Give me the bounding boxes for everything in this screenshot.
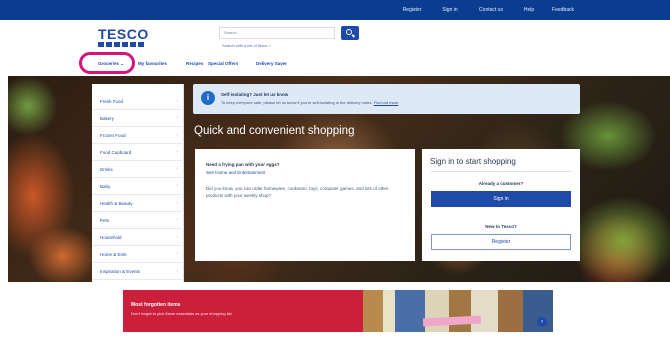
chevron-right-icon: › — [176, 149, 178, 155]
side-item-label: Bakery — [100, 116, 115, 121]
sign-in-card-title: Sign in to start shopping — [430, 157, 516, 166]
util-link-help[interactable]: Help — [518, 5, 540, 16]
sign-in-button[interactable]: Sign in — [431, 191, 571, 207]
side-item-label: Baby — [100, 184, 111, 189]
chevron-right-icon: › — [176, 115, 178, 121]
notice-text: To keep everyone safe, please let us kno… — [221, 100, 398, 105]
side-item-pets[interactable]: Pets › — [92, 212, 184, 229]
info-card-title: Need a frying pan with your eggs? — [206, 162, 280, 167]
side-item-label: Drinks — [100, 167, 113, 172]
chevron-right-icon: › — [176, 200, 178, 206]
home-entertainment-link[interactable]: See Home and Entertainment — [206, 170, 265, 175]
promo-subtitle: Don't forget to pick these essentials as… — [131, 311, 232, 316]
side-item-label: Home & Ents — [100, 252, 127, 257]
notice-body: To keep everyone safe, please let us kno… — [221, 100, 373, 105]
side-item-label: Household — [100, 235, 122, 240]
chevron-right-icon: › — [176, 268, 178, 274]
notice-title: Self-isolating? Just let us know — [221, 92, 289, 97]
chevron-right-icon: › — [176, 98, 178, 104]
search-icon — [346, 29, 352, 35]
nav-recipes[interactable]: Recipes — [186, 58, 203, 70]
new-to-tesco-label: New to Tesco? — [485, 224, 517, 229]
chevron-right-icon: › — [176, 234, 178, 240]
hero-headline: Quick and convenient shopping — [194, 125, 355, 137]
side-item-label: Inspiration & Events — [100, 269, 141, 274]
util-link-register[interactable]: Register — [397, 5, 427, 16]
chevron-right-icon: › — [176, 183, 178, 189]
chevron-right-icon: › — [176, 217, 178, 223]
promo-info-card: Need a frying pan with your eggs? See Ho… — [195, 149, 415, 261]
register-button[interactable]: Register — [431, 234, 571, 250]
hero-leaf-decoration — [568, 196, 670, 282]
divider — [430, 171, 572, 172]
nav-my-favourites[interactable]: My favourites — [138, 58, 167, 70]
side-item-label: Health & Beauty — [100, 201, 133, 206]
category-side-nav: Fresh Food › Bakery › Frozen Food › Food Cu… — [92, 84, 184, 282]
chevron-right-icon: › — [176, 251, 178, 257]
promo-title: Most forgotten items — [131, 302, 181, 308]
info-icon: i — [201, 91, 215, 105]
utility-bar: Register Sign in Contact us Help Feedbac… — [0, 0, 670, 20]
page: Register Sign in Contact us Help Feedbac… — [0, 0, 670, 343]
nav-special-offers[interactable]: Special Offers — [208, 58, 238, 70]
side-item-health-beauty[interactable]: Health & Beauty › — [92, 195, 184, 212]
side-item-drinks[interactable]: Drinks › — [92, 161, 184, 178]
side-item-baby[interactable]: Baby › — [92, 178, 184, 195]
side-item-label: Frozen Food — [100, 133, 126, 138]
already-customer-label: Already a customer? — [478, 181, 524, 186]
side-item-inspiration-events[interactable]: Inspiration & Events › — [92, 263, 184, 280]
util-link-feedback[interactable]: Feedback — [546, 5, 580, 16]
nav-delivery-saver[interactable]: Delivery Saver — [256, 58, 287, 70]
search-list-link[interactable]: Search with a list of items > — [222, 43, 271, 48]
info-card-body: Did you know, you can order homeware, co… — [206, 186, 389, 198]
side-item-fresh-food[interactable]: Fresh Food › — [92, 93, 184, 110]
side-item-label: Pets — [100, 218, 110, 223]
search-button[interactable] — [341, 26, 359, 40]
hero-herb-decoration — [8, 76, 58, 136]
arrow-right-icon[interactable]: › — [537, 317, 547, 327]
sign-in-card: Sign in to start shopping Already a cust… — [422, 149, 580, 261]
hero-carrot-decoration — [28, 226, 98, 282]
chevron-right-icon: › — [176, 166, 178, 172]
forgotten-items-banner[interactable]: Most forgotten items Don't forget to pic… — [123, 290, 553, 332]
logo-stripes — [98, 42, 146, 47]
side-item-label: Fresh Food — [100, 99, 124, 104]
side-item-bakery[interactable]: Bakery › — [92, 110, 184, 127]
tesco-logo[interactable]: TESCO — [98, 26, 149, 42]
util-link-sign-in[interactable]: Sign in — [436, 5, 464, 16]
self-isolating-notice: i Self-isolating? Just let us know To ke… — [193, 84, 580, 114]
util-link-contact-us[interactable]: Contact us — [472, 5, 510, 16]
side-item-frozen-food[interactable]: Frozen Food › — [92, 127, 184, 144]
highlight-ring — [79, 52, 135, 74]
chevron-right-icon: › — [176, 132, 178, 138]
notice-find-out-more-link[interactable]: Find out more — [374, 100, 399, 105]
promo-products-image — [363, 290, 553, 332]
search-input[interactable]: Search — [219, 27, 335, 39]
side-item-label: Food Cupboard — [100, 150, 132, 155]
side-item-household[interactable]: Household › — [92, 229, 184, 246]
side-item-food-cupboard[interactable]: Food Cupboard › — [92, 144, 184, 161]
side-item-home-ents[interactable]: Home & Ents › — [92, 246, 184, 263]
